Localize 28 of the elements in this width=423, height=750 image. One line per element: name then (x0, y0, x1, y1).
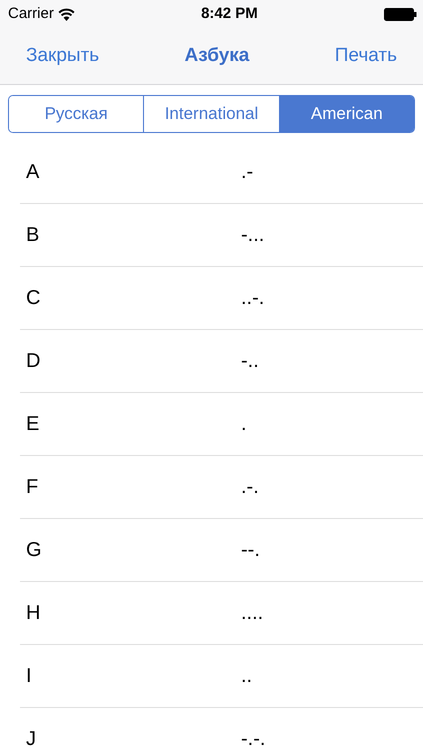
morse-code: .... (241, 601, 264, 626)
morse-code: ..-. (241, 286, 264, 311)
morse-code: -... (241, 223, 264, 248)
letter-label: I (25, 664, 33, 689)
letter-label: G (25, 538, 43, 563)
morse-code: .- (241, 160, 254, 185)
letter-label: D (25, 349, 42, 374)
carrier-label: Carrier (8, 4, 54, 24)
letter-label: E (25, 412, 40, 437)
morse-code: --. (241, 538, 260, 563)
close-button[interactable]: Закрыть (26, 42, 100, 70)
letter-label: C (25, 286, 42, 311)
morse-code: -.-. (241, 727, 266, 750)
wifi-icon (58, 8, 75, 20)
letter-label: J (25, 727, 37, 750)
morse-code: .-. (241, 475, 259, 500)
morse-code: . (241, 412, 247, 437)
letter-label: A (25, 160, 40, 185)
print-button[interactable]: Печать (334, 42, 397, 70)
status-time: 8:42 PM (201, 4, 258, 24)
nav-title: Азбука (184, 44, 250, 68)
segment-tab[interactable]: American (278, 96, 414, 132)
battery-icon (384, 8, 417, 20)
letter-label: F (25, 475, 40, 500)
letter-label: B (25, 223, 40, 248)
morse-code: .. (241, 664, 252, 689)
letter-label: H (25, 601, 42, 626)
morse-code: -.. (241, 349, 259, 374)
